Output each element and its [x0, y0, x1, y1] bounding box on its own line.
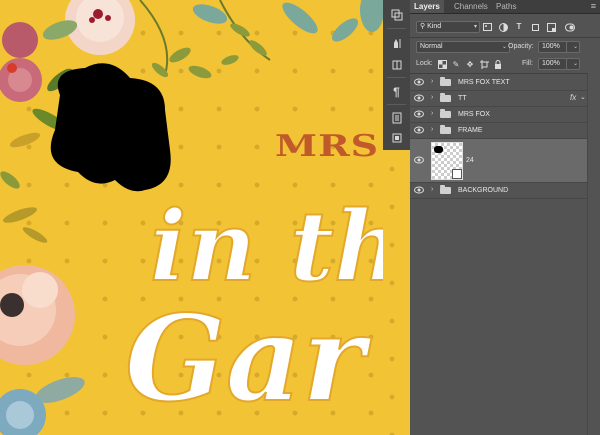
libraries-icon[interactable]	[386, 128, 407, 147]
lock-image-pixels-icon[interactable]: ✎	[451, 59, 461, 69]
properties-icon[interactable]	[386, 108, 407, 127]
folder-icon	[440, 77, 451, 86]
search-icon: ⚲	[420, 23, 426, 30]
folder-icon	[440, 125, 451, 134]
filter-pixel-icon[interactable]	[482, 22, 492, 32]
layer-row-frame[interactable]: › FRAME	[410, 123, 587, 139]
top-flower	[42, 0, 135, 55]
blend-mode-value: Normal	[420, 43, 443, 50]
layer-name: 24	[466, 157, 474, 164]
visibility-eye-icon[interactable]	[414, 126, 424, 134]
filter-toggle-icon[interactable]	[565, 22, 575, 32]
folder-icon	[440, 185, 451, 194]
chevron-down-icon[interactable]: ⌄	[580, 93, 586, 101]
fill-label: Fill:	[522, 60, 533, 67]
dock-separator	[387, 104, 406, 105]
fill-input[interactable]: 100%	[538, 58, 568, 70]
dock-separator	[387, 77, 406, 78]
selection-shape	[50, 63, 171, 192]
visibility-eye-icon[interactable]	[414, 78, 424, 86]
layer-name: MRS FOX	[458, 111, 490, 118]
layer-row-tt[interactable]: › TT fx ⌄	[410, 91, 587, 107]
visibility-eye-icon[interactable]	[414, 186, 424, 194]
tab-paths[interactable]: Paths	[492, 0, 520, 13]
opacity-input[interactable]: 100%	[538, 41, 568, 53]
clone-source-icon[interactable]	[386, 55, 407, 74]
panel-tab-bar: Layers Channels Paths ≡	[410, 0, 600, 14]
layer-name: TT	[458, 95, 467, 102]
visibility-eye-icon[interactable]	[414, 156, 424, 164]
opacity-label: Opacity:	[508, 43, 534, 50]
chevron-right-icon[interactable]: ›	[431, 94, 433, 101]
document-canvas-edge[interactable]	[383, 150, 410, 435]
left-leaves	[0, 171, 48, 243]
canvas-artwork: in th Gar	[0, 0, 383, 435]
lock-position-icon[interactable]: ✥	[465, 59, 475, 69]
chevron-right-icon[interactable]: ›	[431, 186, 433, 193]
filter-shape-icon[interactable]	[530, 22, 540, 32]
layer-thumbnail	[431, 142, 463, 180]
panel-divider	[410, 37, 600, 38]
smart-object-badge-icon	[452, 169, 462, 179]
tab-layers[interactable]: Layers	[410, 0, 444, 13]
blend-mode-select[interactable]: Normal ⌄	[416, 41, 510, 53]
opacity-dropdown[interactable]: ⌄	[566, 41, 580, 53]
filter-smart-object-icon[interactable]	[546, 22, 556, 32]
lock-all-icon[interactable]	[493, 59, 503, 69]
canvas-headline-line2: Gar	[125, 289, 372, 428]
layer-name: BACKGROUND	[458, 187, 509, 194]
layer-row-mrs-fox-text[interactable]: › MRS FOX TEXT	[410, 75, 587, 91]
lock-transparent-pixels-icon[interactable]	[437, 59, 447, 69]
chevron-right-icon[interactable]: ›	[431, 110, 433, 117]
filter-adjustment-icon[interactable]	[498, 22, 508, 32]
chevron-down-icon: ▾	[473, 24, 477, 30]
layers-panel: Layers Channels Paths ≡ ⚲ Kind ▾ T Norma…	[410, 0, 600, 435]
layer-name: FRAME	[458, 127, 483, 134]
canvas-mrs-text: MRS	[275, 128, 380, 164]
layers-scrollbar[interactable]	[587, 73, 600, 435]
filter-type-icon[interactable]: T	[514, 21, 524, 31]
panel-menu-icon[interactable]: ≡	[591, 1, 596, 11]
layer-row-background[interactable]: › BACKGROUND	[410, 183, 587, 199]
chevron-down-icon: ⌄	[572, 61, 578, 67]
fill-dropdown[interactable]: ⌄	[566, 58, 580, 70]
layer-row-24[interactable]: 24	[410, 139, 587, 183]
thumbnail-shape	[434, 146, 443, 153]
panel-dock-strip: ¶	[383, 0, 411, 150]
layer-name: MRS FOX TEXT	[458, 79, 510, 86]
filter-kind-value: Kind	[427, 23, 442, 30]
chevron-down-icon: ⌄	[501, 44, 507, 50]
document-canvas[interactable]: in th Gar MRS	[0, 0, 383, 435]
paragraph-icon[interactable]: ¶	[386, 82, 407, 101]
dock-separator	[387, 28, 406, 29]
canvas-headline-line1: in th	[150, 190, 383, 303]
chevron-right-icon[interactable]: ›	[431, 126, 433, 133]
filter-kind-select[interactable]: ⚲ Kind ▾	[416, 21, 480, 33]
bottom-left-flower	[0, 265, 85, 435]
lock-artboard-icon[interactable]	[479, 59, 489, 69]
layer-row-mrs-fox[interactable]: › MRS FOX	[410, 107, 587, 123]
chevron-right-icon[interactable]: ›	[431, 78, 433, 85]
layer-effects-icon[interactable]: fx	[570, 93, 576, 102]
folder-icon	[440, 109, 451, 118]
top-foliage	[139, 0, 383, 79]
visibility-eye-icon[interactable]	[414, 110, 424, 118]
chevron-down-icon: ⌄	[572, 44, 578, 50]
history-icon[interactable]	[386, 5, 407, 24]
lock-label: Lock:	[416, 60, 433, 67]
panel-divider	[410, 73, 600, 74]
tab-channels[interactable]: Channels	[450, 0, 492, 13]
brush-presets-icon[interactable]	[386, 33, 407, 52]
folder-icon	[440, 93, 451, 102]
visibility-eye-icon[interactable]	[414, 94, 424, 102]
